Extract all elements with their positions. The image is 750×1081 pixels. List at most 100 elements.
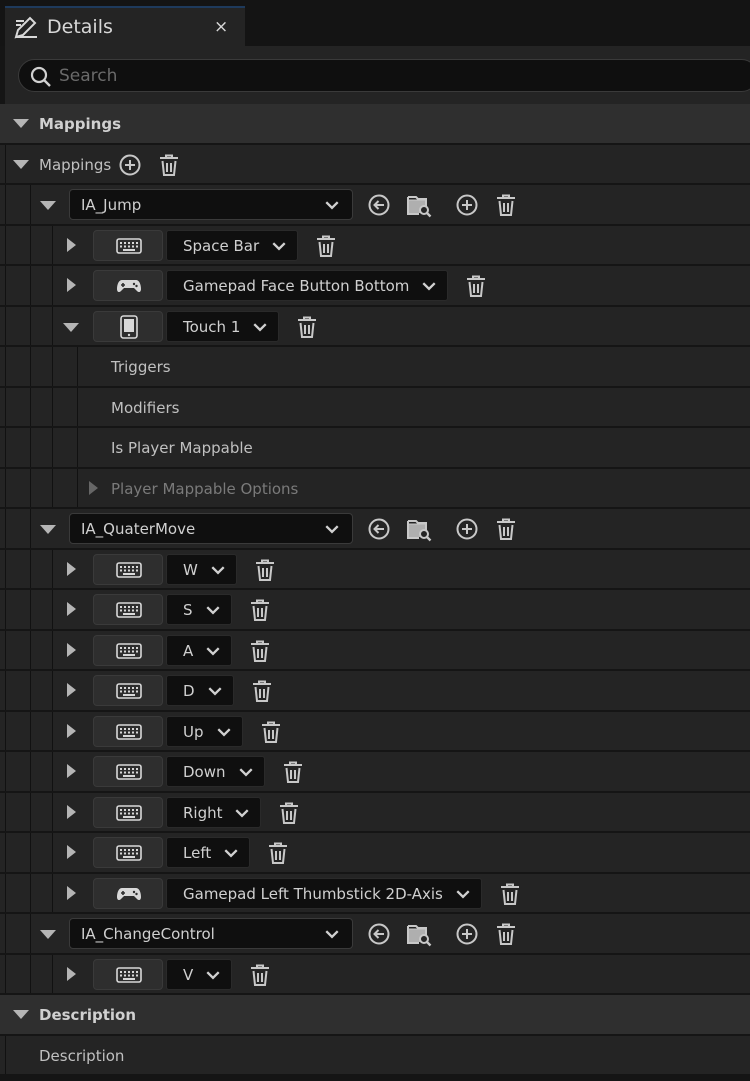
indent-guide xyxy=(52,468,53,507)
key-subproperty-row: Modifiers xyxy=(0,387,750,427)
collapse-arrow-icon[interactable] xyxy=(40,201,56,210)
delete-key-icon[interactable] xyxy=(265,840,291,866)
key-selector-button[interactable] xyxy=(93,796,163,828)
use-selected-asset-icon[interactable] xyxy=(366,921,392,947)
collapse-arrow-icon[interactable] xyxy=(40,525,56,534)
key-selector-button[interactable] xyxy=(93,229,163,261)
key-selector-button[interactable] xyxy=(93,877,163,909)
indent-guide xyxy=(30,954,31,993)
delete-action-icon[interactable] xyxy=(493,921,519,947)
delete-key-icon[interactable] xyxy=(294,314,320,340)
key-selector-button[interactable] xyxy=(93,756,163,787)
expand-arrow-icon[interactable] xyxy=(67,278,76,292)
expand-arrow-icon[interactable] xyxy=(89,480,98,495)
keyboard-icon xyxy=(116,238,142,254)
phone-icon xyxy=(120,315,138,339)
key-name: A xyxy=(183,641,194,660)
key-name: Gamepad Left Thumbstick 2D-Axis xyxy=(183,884,443,903)
indent-guide xyxy=(52,671,53,710)
key-combo[interactable]: Left xyxy=(166,837,250,868)
delete-action-icon[interactable] xyxy=(493,516,519,542)
search-input[interactable] xyxy=(59,60,659,91)
browse-asset-icon[interactable] xyxy=(406,192,432,218)
collapse-arrow-icon[interactable] xyxy=(13,159,29,169)
expand-arrow-icon[interactable] xyxy=(67,683,76,697)
key-combo[interactable]: W xyxy=(166,553,237,585)
key-combo[interactable]: Up xyxy=(166,715,243,747)
expand-arrow-icon[interactable] xyxy=(67,804,76,819)
delete-key-icon[interactable] xyxy=(280,759,306,785)
add-element-icon[interactable] xyxy=(117,152,143,178)
delete-key-icon[interactable] xyxy=(247,597,273,623)
mappings-array-label: Mappings xyxy=(39,155,112,174)
delete-action-icon[interactable] xyxy=(493,192,519,218)
key-selector-button[interactable] xyxy=(93,594,163,625)
details-pencil-icon xyxy=(14,16,37,39)
key-selector-button[interactable] xyxy=(93,715,163,747)
delete-key-icon[interactable] xyxy=(258,719,284,745)
delete-key-icon[interactable] xyxy=(463,273,489,299)
indent-guide xyxy=(30,752,31,791)
key-combo[interactable]: S xyxy=(166,594,232,625)
indent-guide xyxy=(52,954,53,993)
input-action-combo[interactable]: IA_QuaterMove xyxy=(69,513,353,544)
key-mapping-row: V xyxy=(0,954,750,994)
browse-asset-icon[interactable] xyxy=(406,516,432,542)
delete-key-icon[interactable] xyxy=(247,638,273,664)
key-selector-button[interactable] xyxy=(93,958,163,990)
expand-arrow-icon[interactable] xyxy=(67,237,76,252)
key-selector-button[interactable] xyxy=(93,675,163,706)
expand-arrow-icon[interactable] xyxy=(67,602,76,616)
browse-asset-icon[interactable] xyxy=(406,921,432,947)
key-selector-button[interactable] xyxy=(93,837,163,868)
key-selector-button[interactable] xyxy=(93,270,163,301)
add-key-icon[interactable] xyxy=(454,192,480,218)
key-combo[interactable]: Right xyxy=(166,796,261,828)
key-combo[interactable]: Gamepad Left Thumbstick 2D-Axis xyxy=(166,877,482,909)
indent-guide xyxy=(52,711,53,750)
expand-arrow-icon[interactable] xyxy=(67,966,76,981)
key-subproperty-row: Player Mappable Options xyxy=(0,468,750,508)
collapse-arrow-icon[interactable] xyxy=(13,119,29,128)
expand-arrow-icon[interactable] xyxy=(67,723,76,738)
expand-arrow-icon[interactable] xyxy=(67,885,76,900)
key-mapping-row: A xyxy=(0,630,750,670)
delete-key-icon[interactable] xyxy=(497,881,523,907)
key-selector-button[interactable] xyxy=(93,634,163,666)
delete-key-icon[interactable] xyxy=(252,557,278,583)
delete-key-icon[interactable] xyxy=(313,233,339,259)
collapse-arrow-icon[interactable] xyxy=(13,1010,29,1019)
key-combo[interactable]: Touch 1 xyxy=(166,310,279,342)
input-action-combo[interactable]: IA_Jump xyxy=(69,189,353,220)
expand-arrow-icon[interactable] xyxy=(67,642,76,657)
key-combo[interactable]: A xyxy=(166,634,232,666)
key-selector-button[interactable] xyxy=(93,310,163,342)
key-combo[interactable]: D xyxy=(166,675,234,706)
expand-arrow-icon[interactable] xyxy=(67,845,76,859)
indent-guide xyxy=(30,590,31,629)
close-icon[interactable]: × xyxy=(214,17,228,37)
collapse-arrow-icon[interactable] xyxy=(40,930,56,939)
key-selector-button[interactable] xyxy=(93,553,163,585)
key-combo[interactable]: V xyxy=(166,958,232,990)
indent-guide xyxy=(30,509,31,548)
delete-key-icon[interactable] xyxy=(276,800,302,826)
expand-arrow-icon[interactable] xyxy=(67,561,76,576)
delete-key-icon[interactable] xyxy=(249,678,275,704)
key-combo[interactable]: Space Bar xyxy=(166,229,298,261)
collapse-arrow-icon[interactable] xyxy=(63,322,79,332)
input-action-combo[interactable]: IA_ChangeControl xyxy=(69,918,353,949)
key-combo[interactable]: Down xyxy=(166,756,265,787)
key-name: D xyxy=(183,682,195,700)
tab-details[interactable]: Details × xyxy=(5,6,245,46)
use-selected-asset-icon[interactable] xyxy=(366,192,392,218)
delete-key-icon[interactable] xyxy=(247,962,273,988)
search-box[interactable] xyxy=(18,59,750,92)
use-selected-asset-icon[interactable] xyxy=(366,516,392,542)
add-key-icon[interactable] xyxy=(454,516,480,542)
delete-all-icon[interactable] xyxy=(156,152,182,178)
category-label: Mappings xyxy=(39,115,122,133)
add-key-icon[interactable] xyxy=(454,921,480,947)
expand-arrow-icon[interactable] xyxy=(67,764,76,778)
key-combo[interactable]: Gamepad Face Button Bottom xyxy=(166,270,448,301)
